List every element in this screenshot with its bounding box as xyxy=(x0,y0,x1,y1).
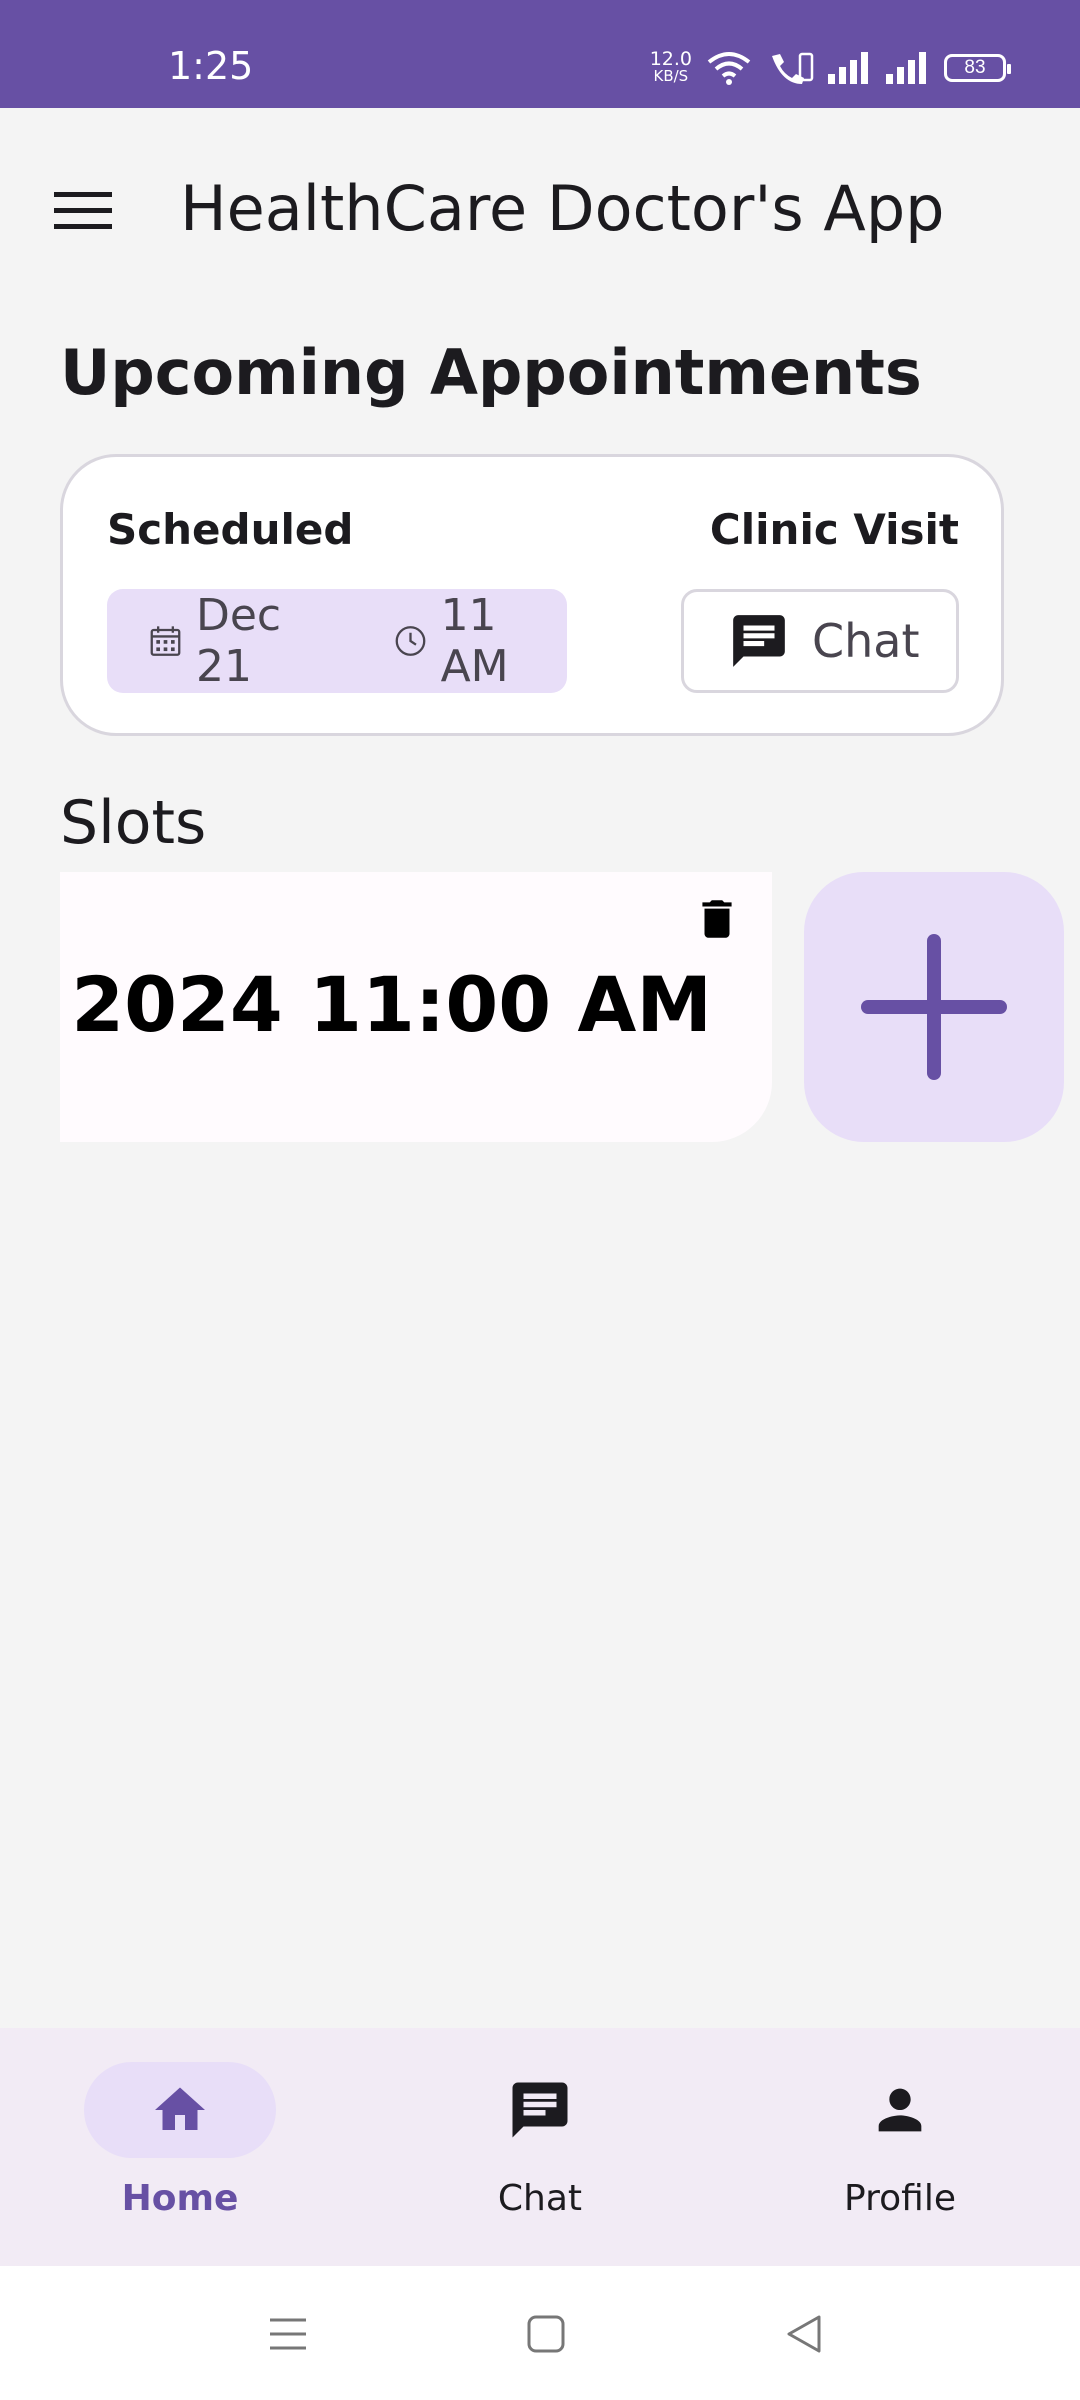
plus-icon xyxy=(861,934,1007,1080)
person-icon xyxy=(878,2088,922,2132)
nav-item-profile[interactable]: Profile xyxy=(750,2062,1050,2242)
signal-icon-2 xyxy=(886,52,926,84)
trash-icon xyxy=(702,900,732,938)
delete-slot-button[interactable] xyxy=(682,884,752,954)
network-speed-unit: KB/S xyxy=(653,67,689,85)
bottom-navigation: Home Chat Profile xyxy=(0,2028,1080,2266)
appointment-chat-button[interactable]: Chat xyxy=(681,589,959,693)
top-app-bar: HealthCare Doctor's App xyxy=(0,108,1080,308)
appointment-status: Scheduled xyxy=(107,505,354,554)
signal-icon xyxy=(828,52,868,84)
appointment-time: 11 AM xyxy=(440,590,509,692)
recents-menu-icon xyxy=(270,2318,306,2350)
nav-chat-label: Chat xyxy=(497,2178,583,2219)
slot-datetime: rch 2024 11:00 AM xyxy=(60,960,712,1049)
nav-item-home[interactable]: Home xyxy=(30,2062,330,2242)
home-square-icon xyxy=(527,2315,565,2353)
nav-home-indicator xyxy=(84,2062,276,2158)
nav-chat-indicator xyxy=(444,2062,636,2158)
nav-home-label: Home xyxy=(121,2178,239,2219)
clock-icon xyxy=(395,626,425,656)
system-navigation-bar xyxy=(0,2266,1080,2400)
chat-icon xyxy=(512,2082,568,2138)
battery-indicator: 83 xyxy=(944,54,1011,82)
chat-icon xyxy=(733,615,785,667)
upcoming-appointments-heading: Upcoming Appointments xyxy=(60,336,922,409)
appointment-date: Dec 21 xyxy=(195,590,282,692)
calendar-icon xyxy=(150,626,181,656)
status-time: 1:25 xyxy=(168,44,254,88)
back-triangle-icon xyxy=(787,2315,821,2353)
menu-button[interactable] xyxy=(40,168,126,254)
nav-profile-indicator xyxy=(804,2062,996,2158)
hamburger-menu-icon xyxy=(54,192,112,229)
slots-heading: Slots xyxy=(60,788,207,858)
app-title: HealthCare Doctor's App xyxy=(180,172,945,245)
status-bar: 1:25 12.0 KB/S 83 xyxy=(0,0,1080,108)
appointment-type: Clinic Visit xyxy=(709,505,959,554)
chat-button-label: Chat xyxy=(812,614,920,668)
network-speed: 12.0 KB/S xyxy=(649,48,692,85)
nav-item-chat[interactable]: Chat xyxy=(390,2062,690,2242)
slot-card[interactable]: rch 2024 11:00 AM xyxy=(60,872,772,1142)
system-home-button[interactable] xyxy=(516,2304,576,2364)
system-recents-button[interactable] xyxy=(258,2304,318,2364)
add-slot-button[interactable] xyxy=(804,872,1064,1142)
nav-profile-label: Profile xyxy=(844,2178,956,2219)
wifi-calling-icon xyxy=(772,52,814,84)
appointment-card[interactable]: Scheduled Clinic Visit Dec 21 11 AM Chat xyxy=(60,454,1004,736)
system-back-button[interactable] xyxy=(774,2304,834,2364)
appointment-datetime-chip: Dec 21 11 AM xyxy=(107,589,567,693)
wifi-icon xyxy=(707,52,751,85)
home-icon xyxy=(155,2087,205,2130)
status-icons: 12.0 KB/S 83 xyxy=(649,48,1011,88)
network-speed-value: 12.0 xyxy=(649,48,692,70)
